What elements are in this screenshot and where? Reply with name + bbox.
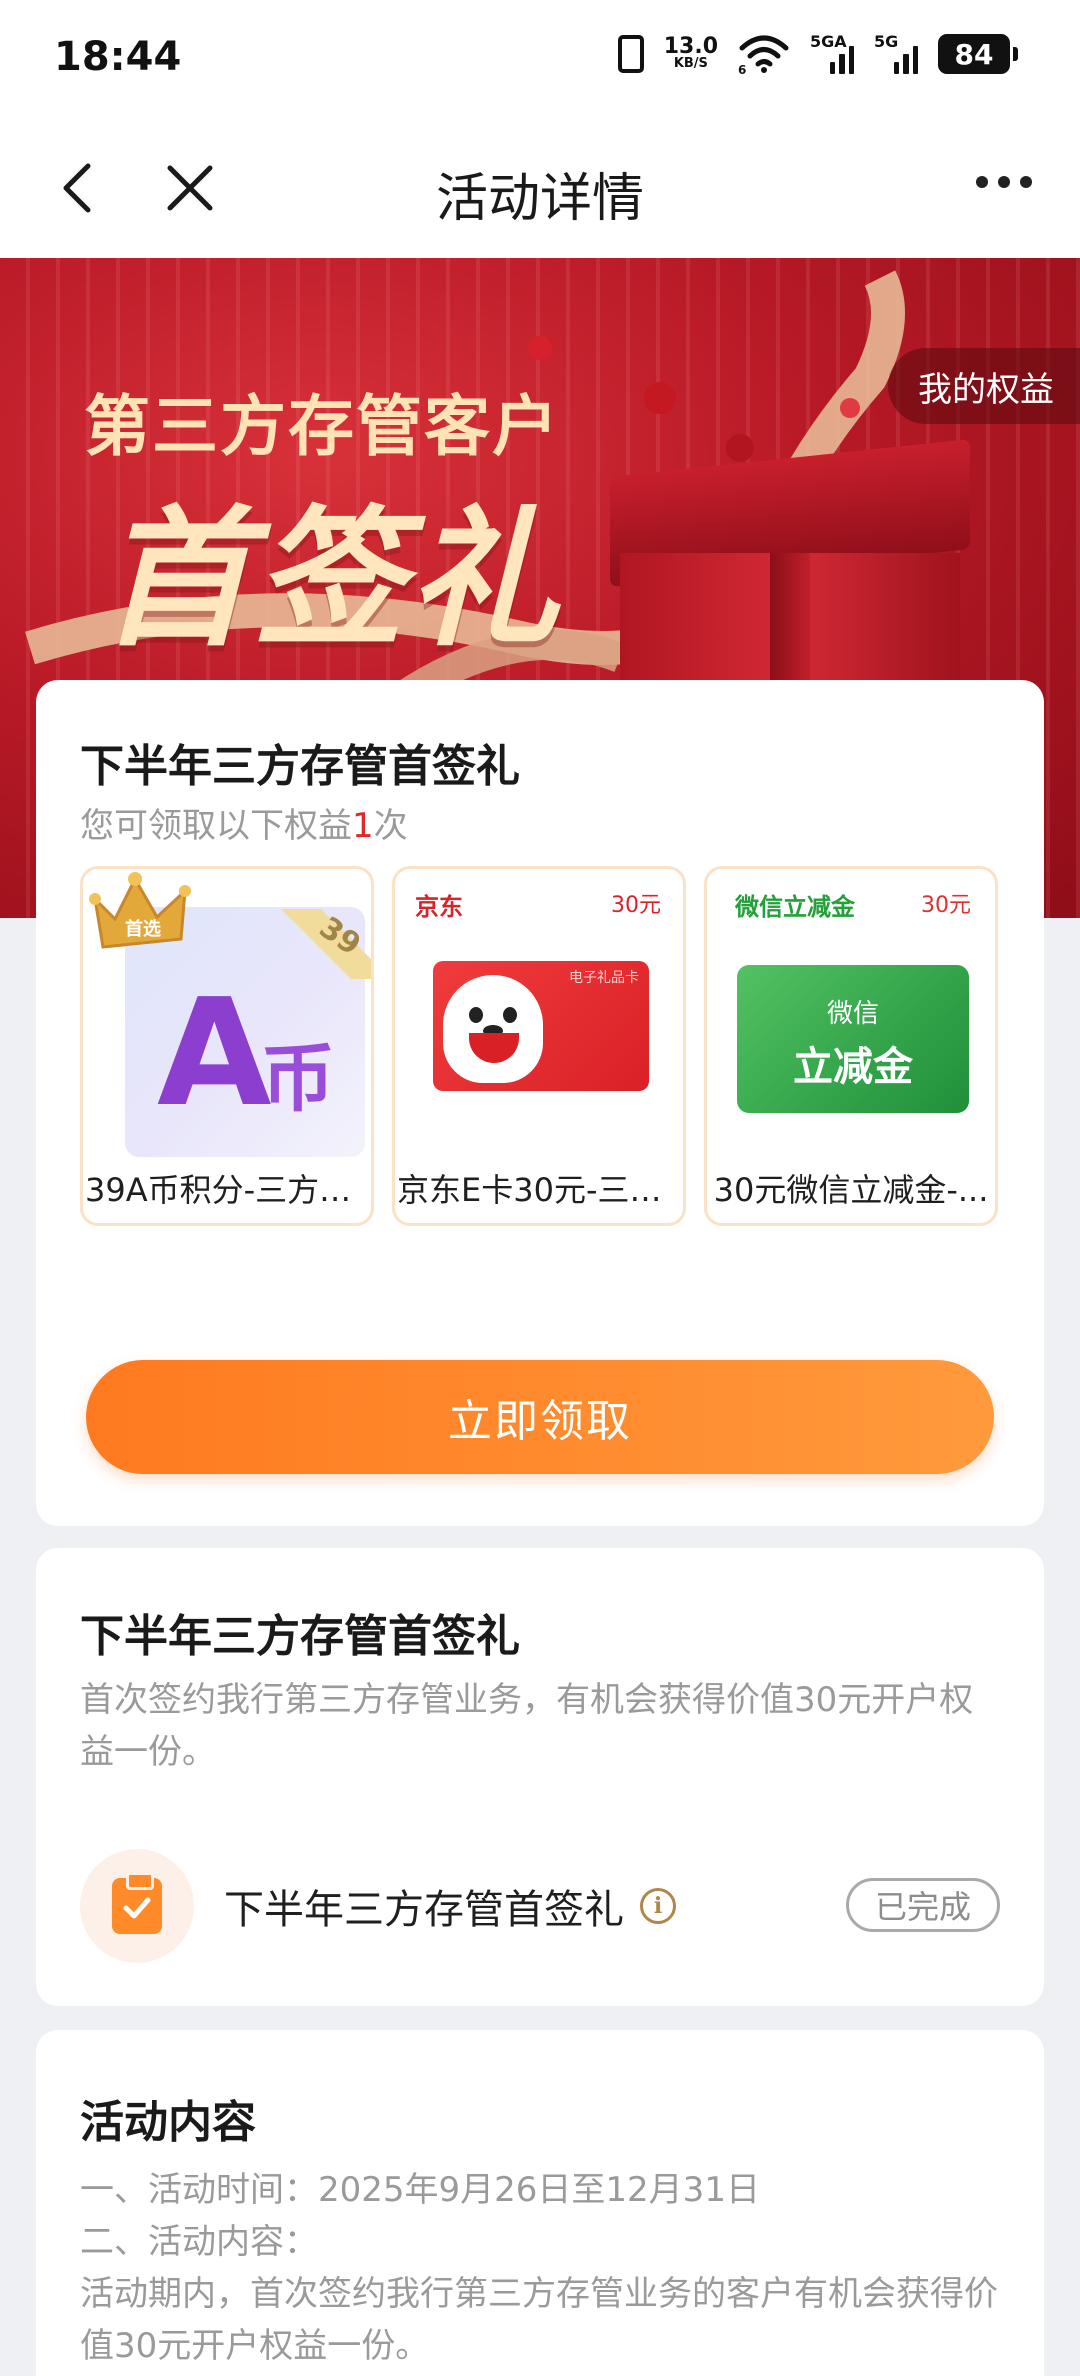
status-icons: 13.0 KB/S 6 5GA 5G 84 [617, 32, 1018, 74]
vibrate-icon [617, 35, 644, 73]
signal-bar [830, 62, 836, 74]
jd-brand: 京东 [415, 893, 463, 921]
reward-image: A 币 39 首选 [83, 869, 371, 1165]
crown-icon: 首选 [89, 872, 191, 949]
benefit-card-subtitle: 您可领取以下权益1次 [80, 798, 408, 847]
content-line: 活动期内，首次签约我行第三方存管业务的客户有机会获得价值30元开户权益一份。 [80, 2274, 998, 2366]
banner-title: 首签礼 [100, 491, 563, 667]
activity-content-body: 一、活动时间：2025年9月26日至12月31日 二、活动内容： 活动期内，首次… [80, 2164, 1020, 2372]
task-card: 下半年三方存管首签礼 首次签约我行第三方存管业务，有机会获得价值30元开户权益一… [36, 1548, 1044, 2006]
jd-mascot-icon [443, 975, 543, 1083]
benefit-card: 下半年三方存管首签礼 您可领取以下权益1次 A 币 39 首选 39A币积分-三… [36, 680, 1044, 1526]
content-line: 一、活动时间：2025年9月26日至12月31日 [80, 2170, 760, 2210]
coupon-line-2: 立减金 [793, 1044, 913, 1090]
task-row: 下半年三方存管首签礼 i 已完成 [80, 1848, 1000, 1964]
nav-bar: 活动详情 [0, 118, 1080, 258]
info-icon[interactable]: i [640, 1888, 676, 1924]
signal-bar [903, 54, 909, 74]
reward-name: 39A币积分-三方存管 [85, 1171, 371, 1209]
banner-eyebrow: 第三方存管客户 [84, 387, 560, 465]
signal-bar [839, 54, 845, 74]
signal-bar [848, 46, 854, 74]
more-icon[interactable] [976, 176, 1032, 188]
benefit-card-title: 下半年三方存管首签礼 [80, 741, 520, 792]
task-icon-container [80, 1849, 194, 1963]
battery-level: 84 [954, 37, 994, 71]
signal-icon-1: 5GA [810, 32, 854, 74]
content-line: 二、活动内容： [80, 2222, 318, 2262]
subtitle-prefix: 您可领取以下权益 [80, 806, 352, 846]
my-rights-button[interactable]: 我的权益 [888, 348, 1080, 424]
network-speed: 13.0 KB/S [664, 36, 718, 71]
reward-item-jd-card[interactable]: 京东 30元 电子礼品卡 京东E卡30元-三方... [392, 866, 686, 1226]
claim-now-button[interactable]: 立即领取 [86, 1360, 994, 1474]
wechat-brand: 微信立减金 [735, 893, 855, 921]
subtitle-suffix: 次 [373, 806, 408, 846]
subtitle-count: 1 [352, 806, 374, 846]
jd-gift-card: 电子礼品卡 [433, 961, 649, 1091]
reward-list: A 币 39 首选 39A币积分-三方存管 京东 30元 电子礼品卡 京东E卡3… [80, 866, 998, 1226]
wechat-coupon-card: 微信 立减金 [737, 965, 969, 1113]
signal-bar [894, 62, 900, 74]
task-card-description: 首次签约我行第三方存管业务，有机会获得价值30元开户权益一份。 [80, 1680, 974, 1772]
signal-label-1: 5GA [810, 32, 847, 51]
a-coin-logo: A [157, 967, 272, 1139]
wifi-sub-label: 6 [738, 63, 746, 74]
signal-icon-2: 5G [874, 32, 918, 74]
task-status-badge: 已完成 [846, 1878, 1000, 1932]
reward-price: 30元 [611, 893, 661, 918]
activity-content-title: 活动内容 [80, 2097, 256, 2148]
status-time: 18:44 [54, 34, 182, 80]
battery-icon: 84 [938, 34, 1018, 74]
status-bar: 18:44 13.0 KB/S 6 5GA 5G 84 [0, 0, 1080, 118]
signal-bar [912, 46, 918, 74]
activity-content-card: 活动内容 一、活动时间：2025年9月26日至12月31日 二、活动内容： 活动… [36, 2030, 1044, 2376]
coupon-line-1: 微信 [826, 999, 879, 1029]
task-label: 下半年三方存管首签礼 [224, 1887, 624, 1933]
reward-price: 30元 [921, 893, 971, 918]
network-speed-unit: KB/S [673, 56, 708, 71]
signal-label-2: 5G [874, 32, 899, 51]
crown-badge-text: 首选 [125, 918, 161, 940]
a-coin-logo-cn: 币 [261, 1036, 335, 1122]
reward-image: 微信立减金 30元 微信 立减金 [707, 869, 995, 1165]
task-card-title: 下半年三方存管首签礼 [80, 1611, 520, 1662]
reward-item-wechat-coupon[interactable]: 微信立减金 30元 微信 立减金 30元微信立减金-... [704, 866, 998, 1226]
gift-card-label: 电子礼品卡 [569, 970, 639, 986]
reward-item-a-coin[interactable]: A 币 39 首选 39A币积分-三方存管 [80, 866, 374, 1226]
reward-name: 30元微信立减金-... [713, 1171, 989, 1209]
wifi-icon: 6 [738, 35, 789, 74]
page-title: 活动详情 [435, 169, 644, 229]
reward-name: 京东E卡30元-三方... [397, 1171, 683, 1209]
clipboard-check-icon [112, 1872, 162, 1934]
reward-image: 京东 30元 电子礼品卡 [395, 869, 683, 1165]
